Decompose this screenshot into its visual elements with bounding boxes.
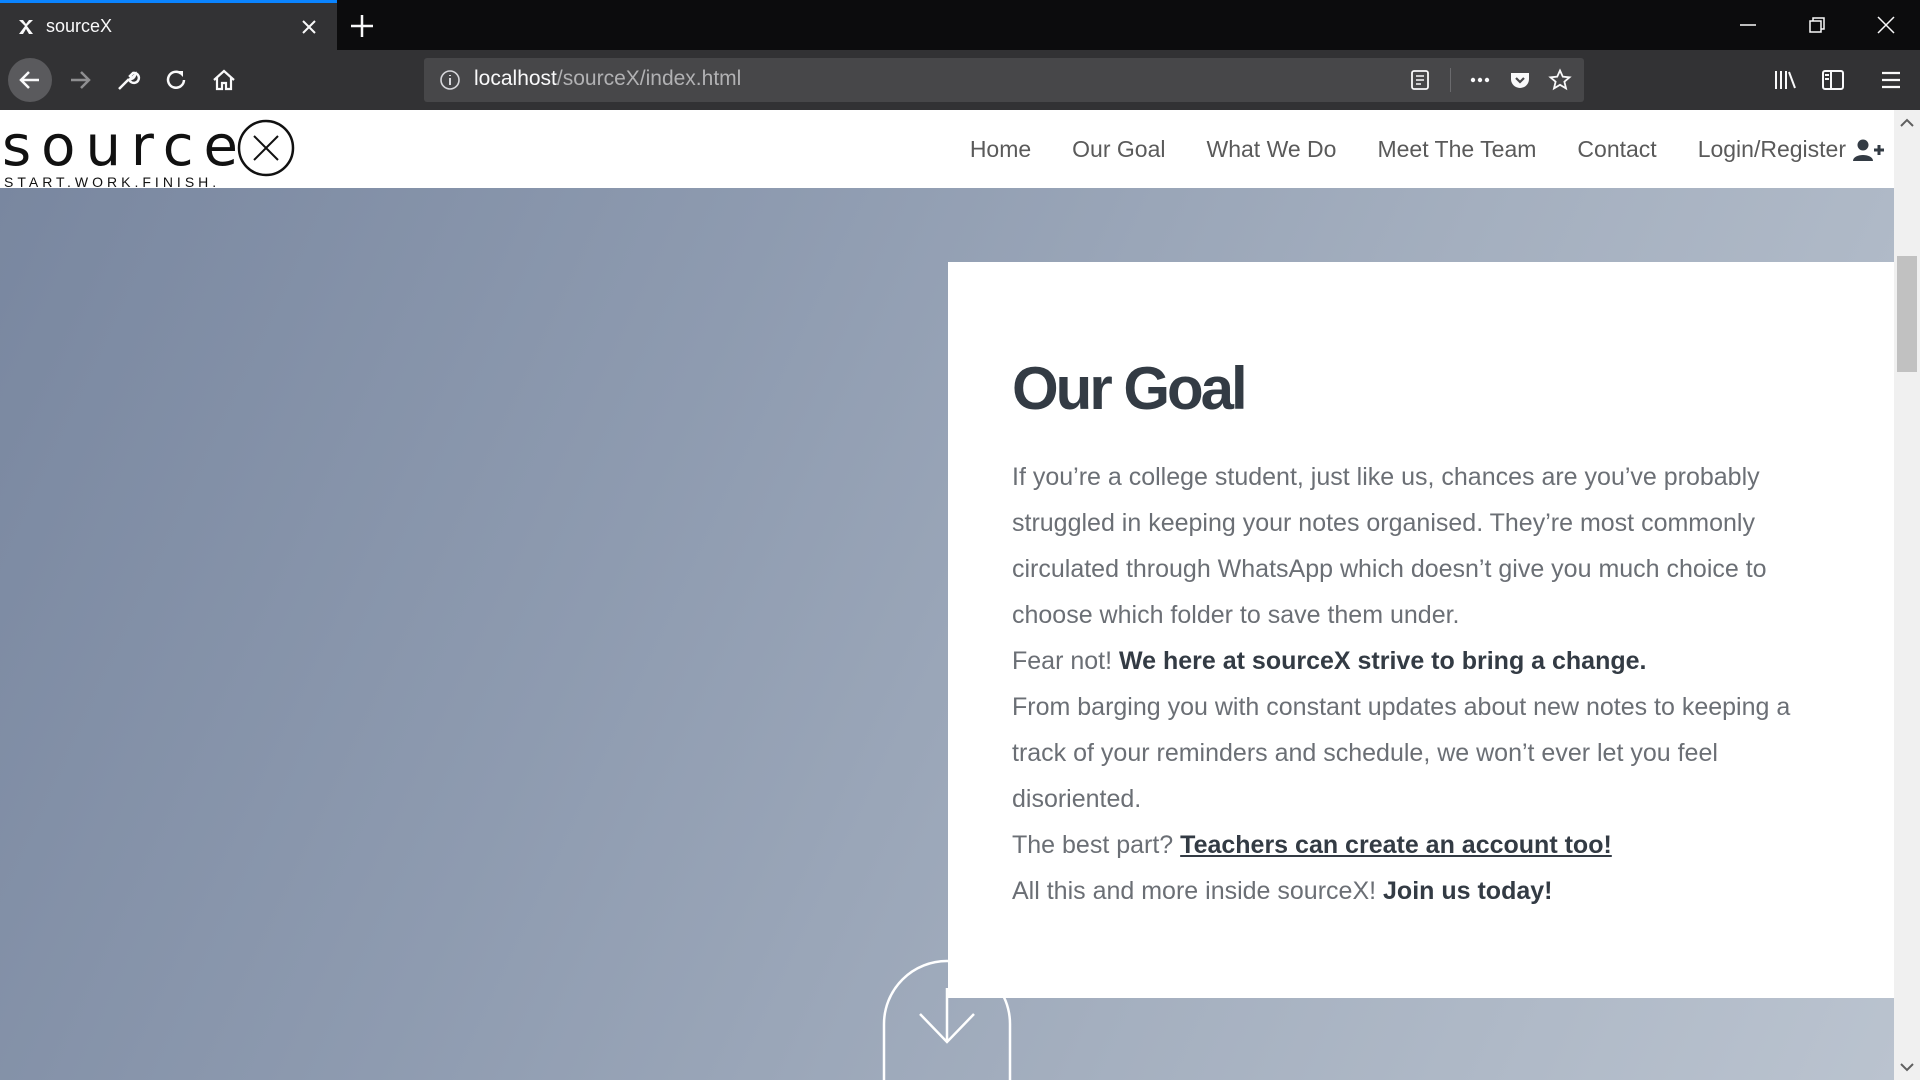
home-icon xyxy=(213,69,235,91)
minimize-icon[interactable] xyxy=(1737,14,1759,36)
goal-paragraph-3: From barging you with constant updates a… xyxy=(1012,693,1791,813)
browser-tab[interactable]: sourceX xyxy=(0,0,337,50)
tab-title: sourceX xyxy=(46,16,113,36)
close-window-icon[interactable] xyxy=(1875,14,1897,36)
goal-card: Our Goal If you’re a college student, ju… xyxy=(948,262,1894,998)
reload-button[interactable] xyxy=(154,58,198,102)
bookmark-star-icon[interactable] xyxy=(1548,68,1572,92)
nav-login-register[interactable]: Login/Register xyxy=(1698,136,1884,163)
new-tab-icon[interactable] xyxy=(348,12,376,40)
scroll-up-arrow-icon[interactable] xyxy=(1898,116,1916,130)
goal-paragraph-2: Fear not! We here at sourceX strive to b… xyxy=(1012,638,1832,684)
goal-p2-lead: Fear not! xyxy=(1012,647,1119,675)
goal-p4-lead: The best part? xyxy=(1012,831,1181,859)
url-separator xyxy=(1450,68,1451,92)
reload-icon xyxy=(166,70,186,89)
user-plus-icon xyxy=(1853,139,1884,161)
page-viewport: source START.WORK.FINISH. Home Our Goal … xyxy=(0,110,1894,1080)
nav-meet-the-team[interactable]: Meet The Team xyxy=(1377,136,1536,163)
forward-button[interactable] xyxy=(58,58,102,102)
back-button[interactable] xyxy=(8,58,52,102)
sidebar-icon[interactable] xyxy=(1820,67,1846,93)
site-navbar: source START.WORK.FINISH. Home Our Goal … xyxy=(0,110,1894,190)
browser-toolbar: localhost/sourceX/index.html xyxy=(0,50,1920,110)
nav-home[interactable]: Home xyxy=(970,136,1031,163)
logo-x-icon[interactable] xyxy=(236,118,296,178)
menu-icon[interactable] xyxy=(1878,67,1904,93)
logo-tagline: START.WORK.FINISH. xyxy=(4,174,221,190)
goal-p5-lead: All this and more inside sourceX! xyxy=(1012,877,1384,905)
nav-login-label: Login/Register xyxy=(1697,136,1846,162)
scrollbar-thumb[interactable] xyxy=(1897,256,1917,372)
address-bar[interactable]: localhost/sourceX/index.html xyxy=(424,58,1584,102)
tab-strip: sourceX xyxy=(0,0,1920,50)
goal-paragraph-4: The best part? Teachers can create an ac… xyxy=(1012,822,1832,868)
home-button[interactable] xyxy=(202,58,246,102)
url-host: localhost xyxy=(474,67,557,90)
url-path: /sourceX/index.html xyxy=(556,67,742,90)
goal-title: Our Goal xyxy=(1012,355,1248,422)
goal-paragraph-1: If you’re a college student, just like u… xyxy=(1012,463,1767,629)
devtools-button[interactable] xyxy=(106,58,150,102)
pocket-icon[interactable] xyxy=(1508,68,1532,92)
goal-paragraph-5: All this and more inside sourceX! Join u… xyxy=(1012,868,1832,914)
favicon-icon xyxy=(19,20,33,34)
url-text[interactable]: localhost/sourceX/index.html xyxy=(474,67,741,91)
wrench-icon xyxy=(118,71,141,90)
logo-text[interactable]: source xyxy=(2,114,248,179)
scroll-down-arrow-icon[interactable] xyxy=(1898,1060,1916,1074)
restore-icon[interactable] xyxy=(1806,14,1828,36)
scroll-down-icon[interactable] xyxy=(882,958,1012,1080)
arrow-left-icon xyxy=(19,71,39,89)
join-us-text: Join us today! xyxy=(1383,877,1553,905)
info-icon[interactable] xyxy=(438,68,462,92)
goal-body: If you’re a college student, just like u… xyxy=(1012,454,1832,914)
more-actions-icon[interactable] xyxy=(1468,68,1492,92)
teachers-account-link[interactable]: Teachers can create an account too! xyxy=(1180,831,1612,859)
nav-what-we-do[interactable]: What We Do xyxy=(1207,136,1337,163)
nav-contact[interactable]: Contact xyxy=(1577,136,1656,163)
library-icon[interactable] xyxy=(1772,67,1798,93)
reader-view-icon[interactable] xyxy=(1408,68,1432,92)
arrow-right-icon xyxy=(71,71,91,89)
goal-p2-bold: We here at sourceX strive to bring a cha… xyxy=(1119,647,1647,675)
site-nav-links: Home Our Goal What We Do Meet The Team C… xyxy=(970,136,1884,163)
nav-our-goal[interactable]: Our Goal xyxy=(1072,136,1165,163)
close-tab-icon[interactable] xyxy=(299,17,319,37)
